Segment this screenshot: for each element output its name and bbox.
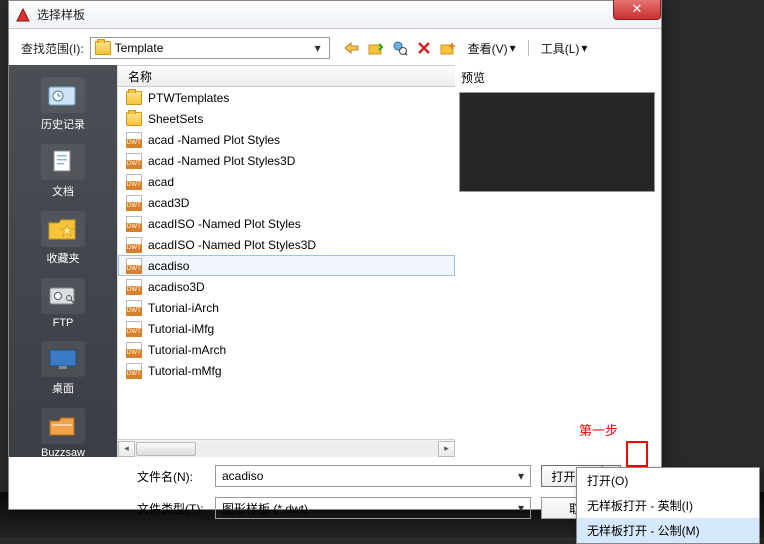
dwt-file-icon: [126, 258, 142, 274]
app-icon: [15, 7, 31, 23]
preview-label: 预览: [461, 69, 653, 86]
close-button[interactable]: ✕: [613, 0, 661, 20]
up-folder-icon[interactable]: [366, 38, 386, 58]
column-header-name[interactable]: 名称: [118, 65, 455, 87]
open-dropdown-menu: 打开(O) 无样板打开 - 英制(I) 无样板打开 - 公制(M): [576, 467, 760, 544]
sidebar-item-desktop[interactable]: 桌面: [17, 337, 109, 400]
scroll-left-button[interactable]: ◂: [118, 441, 135, 457]
file-name: acad -Named Plot Styles3D: [148, 154, 295, 168]
places-sidebar: 历史记录 文档 收藏夹 FTP 桌面 Buzzsaw: [9, 65, 117, 457]
dialog-title: 选择样板: [37, 6, 85, 23]
file-row[interactable]: Tutorial-mMfg: [118, 360, 455, 381]
filename-input[interactable]: acadiso ▾: [215, 465, 531, 487]
file-name: acad -Named Plot Styles: [148, 133, 280, 147]
file-row[interactable]: acad -Named Plot Styles: [118, 129, 455, 150]
dd-item-no-template-imperial[interactable]: 无样板打开 - 英制(I): [577, 493, 759, 518]
file-row[interactable]: acad -Named Plot Styles3D: [118, 150, 455, 171]
chevron-down-icon: ▾: [518, 469, 524, 483]
scope-value: Template: [115, 41, 164, 55]
folder-icon: [126, 112, 142, 126]
file-row[interactable]: acadiso3D: [118, 276, 455, 297]
view-menu[interactable]: 查看(V)▾: [464, 38, 520, 59]
sidebar-item-history[interactable]: 历史记录: [17, 73, 109, 136]
file-name: Tutorial-iArch: [148, 301, 219, 315]
favorites-icon: [41, 211, 85, 247]
scope-combo[interactable]: Template ▾: [90, 37, 330, 59]
dwt-file-icon: [126, 342, 142, 358]
select-template-dialog: 选择样板 ✕ 查找范围(I): Template ▾ 查看(V)▾ 工具(L)▾…: [8, 0, 662, 510]
file-row[interactable]: Tutorial-iMfg: [118, 318, 455, 339]
chevron-down-icon: ▾: [311, 41, 325, 55]
file-name: PTWTemplates: [148, 91, 229, 105]
file-name: acadiso3D: [148, 280, 205, 294]
desktop-icon: [41, 341, 85, 377]
folder-icon: [126, 91, 142, 105]
dwt-file-icon: [126, 300, 142, 316]
history-icon: [41, 77, 85, 113]
file-row[interactable]: acadiso: [118, 255, 455, 276]
delete-icon[interactable]: [414, 38, 434, 58]
sidebar-item-documents[interactable]: 文档: [17, 140, 109, 203]
horizontal-scrollbar[interactable]: ◂ ▸: [118, 439, 455, 457]
documents-icon: [41, 144, 85, 180]
sidebar-item-ftp[interactable]: FTP: [17, 274, 109, 333]
dd-item-open[interactable]: 打开(O): [577, 468, 759, 493]
file-name: Tutorial-iMfg: [148, 322, 214, 336]
file-name: acad3D: [148, 196, 189, 210]
dwt-file-icon: [126, 216, 142, 232]
search-web-icon[interactable]: [390, 38, 410, 58]
sidebar-item-favorites[interactable]: 收藏夹: [17, 207, 109, 270]
file-name: acadISO -Named Plot Styles3D: [148, 238, 316, 252]
dwt-file-icon: [126, 153, 142, 169]
ftp-icon: [41, 278, 85, 314]
preview-box: [459, 92, 655, 192]
file-name: acadISO -Named Plot Styles: [148, 217, 301, 231]
back-icon[interactable]: [342, 38, 362, 58]
scope-label: 查找范围(I):: [21, 40, 84, 57]
file-row[interactable]: Tutorial-mArch: [118, 339, 455, 360]
scroll-right-button[interactable]: ▸: [438, 441, 455, 457]
filetype-combo[interactable]: 图形样板 (*.dwt) ▾: [215, 497, 531, 519]
file-name: Tutorial-mMfg: [148, 364, 222, 378]
dwt-file-icon: [126, 321, 142, 337]
file-name: acadiso: [148, 259, 189, 273]
file-row[interactable]: SheetSets: [118, 108, 455, 129]
file-name: acad: [148, 175, 174, 189]
filetype-label: 文件类型(T):: [137, 500, 205, 517]
toolbar: 查找范围(I): Template ▾ 查看(V)▾ 工具(L)▾: [9, 29, 661, 65]
folder-icon: [95, 41, 111, 55]
new-folder-icon[interactable]: [438, 38, 458, 58]
titlebar: 选择样板 ✕: [9, 1, 661, 29]
file-row[interactable]: acad3D: [118, 192, 455, 213]
dwt-file-icon: [126, 237, 142, 253]
dwt-file-icon: [126, 363, 142, 379]
file-row[interactable]: acadISO -Named Plot Styles: [118, 213, 455, 234]
separator: [528, 40, 529, 56]
file-row[interactable]: Tutorial-iArch: [118, 297, 455, 318]
dwt-file-icon: [126, 195, 142, 211]
file-row[interactable]: acad: [118, 171, 455, 192]
file-row[interactable]: PTWTemplates: [118, 87, 455, 108]
scroll-track[interactable]: [135, 441, 438, 457]
scroll-thumb[interactable]: [136, 442, 196, 456]
chevron-down-icon: ▾: [518, 501, 524, 515]
buzzsaw-icon: [41, 408, 85, 444]
file-row[interactable]: acadISO -Named Plot Styles3D: [118, 234, 455, 255]
dwt-file-icon: [126, 279, 142, 295]
dwt-file-icon: [126, 132, 142, 148]
tools-menu[interactable]: 工具(L)▾: [537, 38, 592, 59]
filename-label: 文件名(N):: [137, 468, 205, 485]
dwt-file-icon: [126, 174, 142, 190]
dd-item-no-template-metric[interactable]: 无样板打开 - 公制(M): [577, 518, 759, 543]
file-list: PTWTemplates SheetSets acad -Named Plot St…: [118, 87, 455, 439]
file-name: Tutorial-mArch: [148, 343, 226, 357]
sidebar-item-buzzsaw[interactable]: Buzzsaw: [17, 404, 109, 463]
file-name: SheetSets: [148, 112, 203, 126]
